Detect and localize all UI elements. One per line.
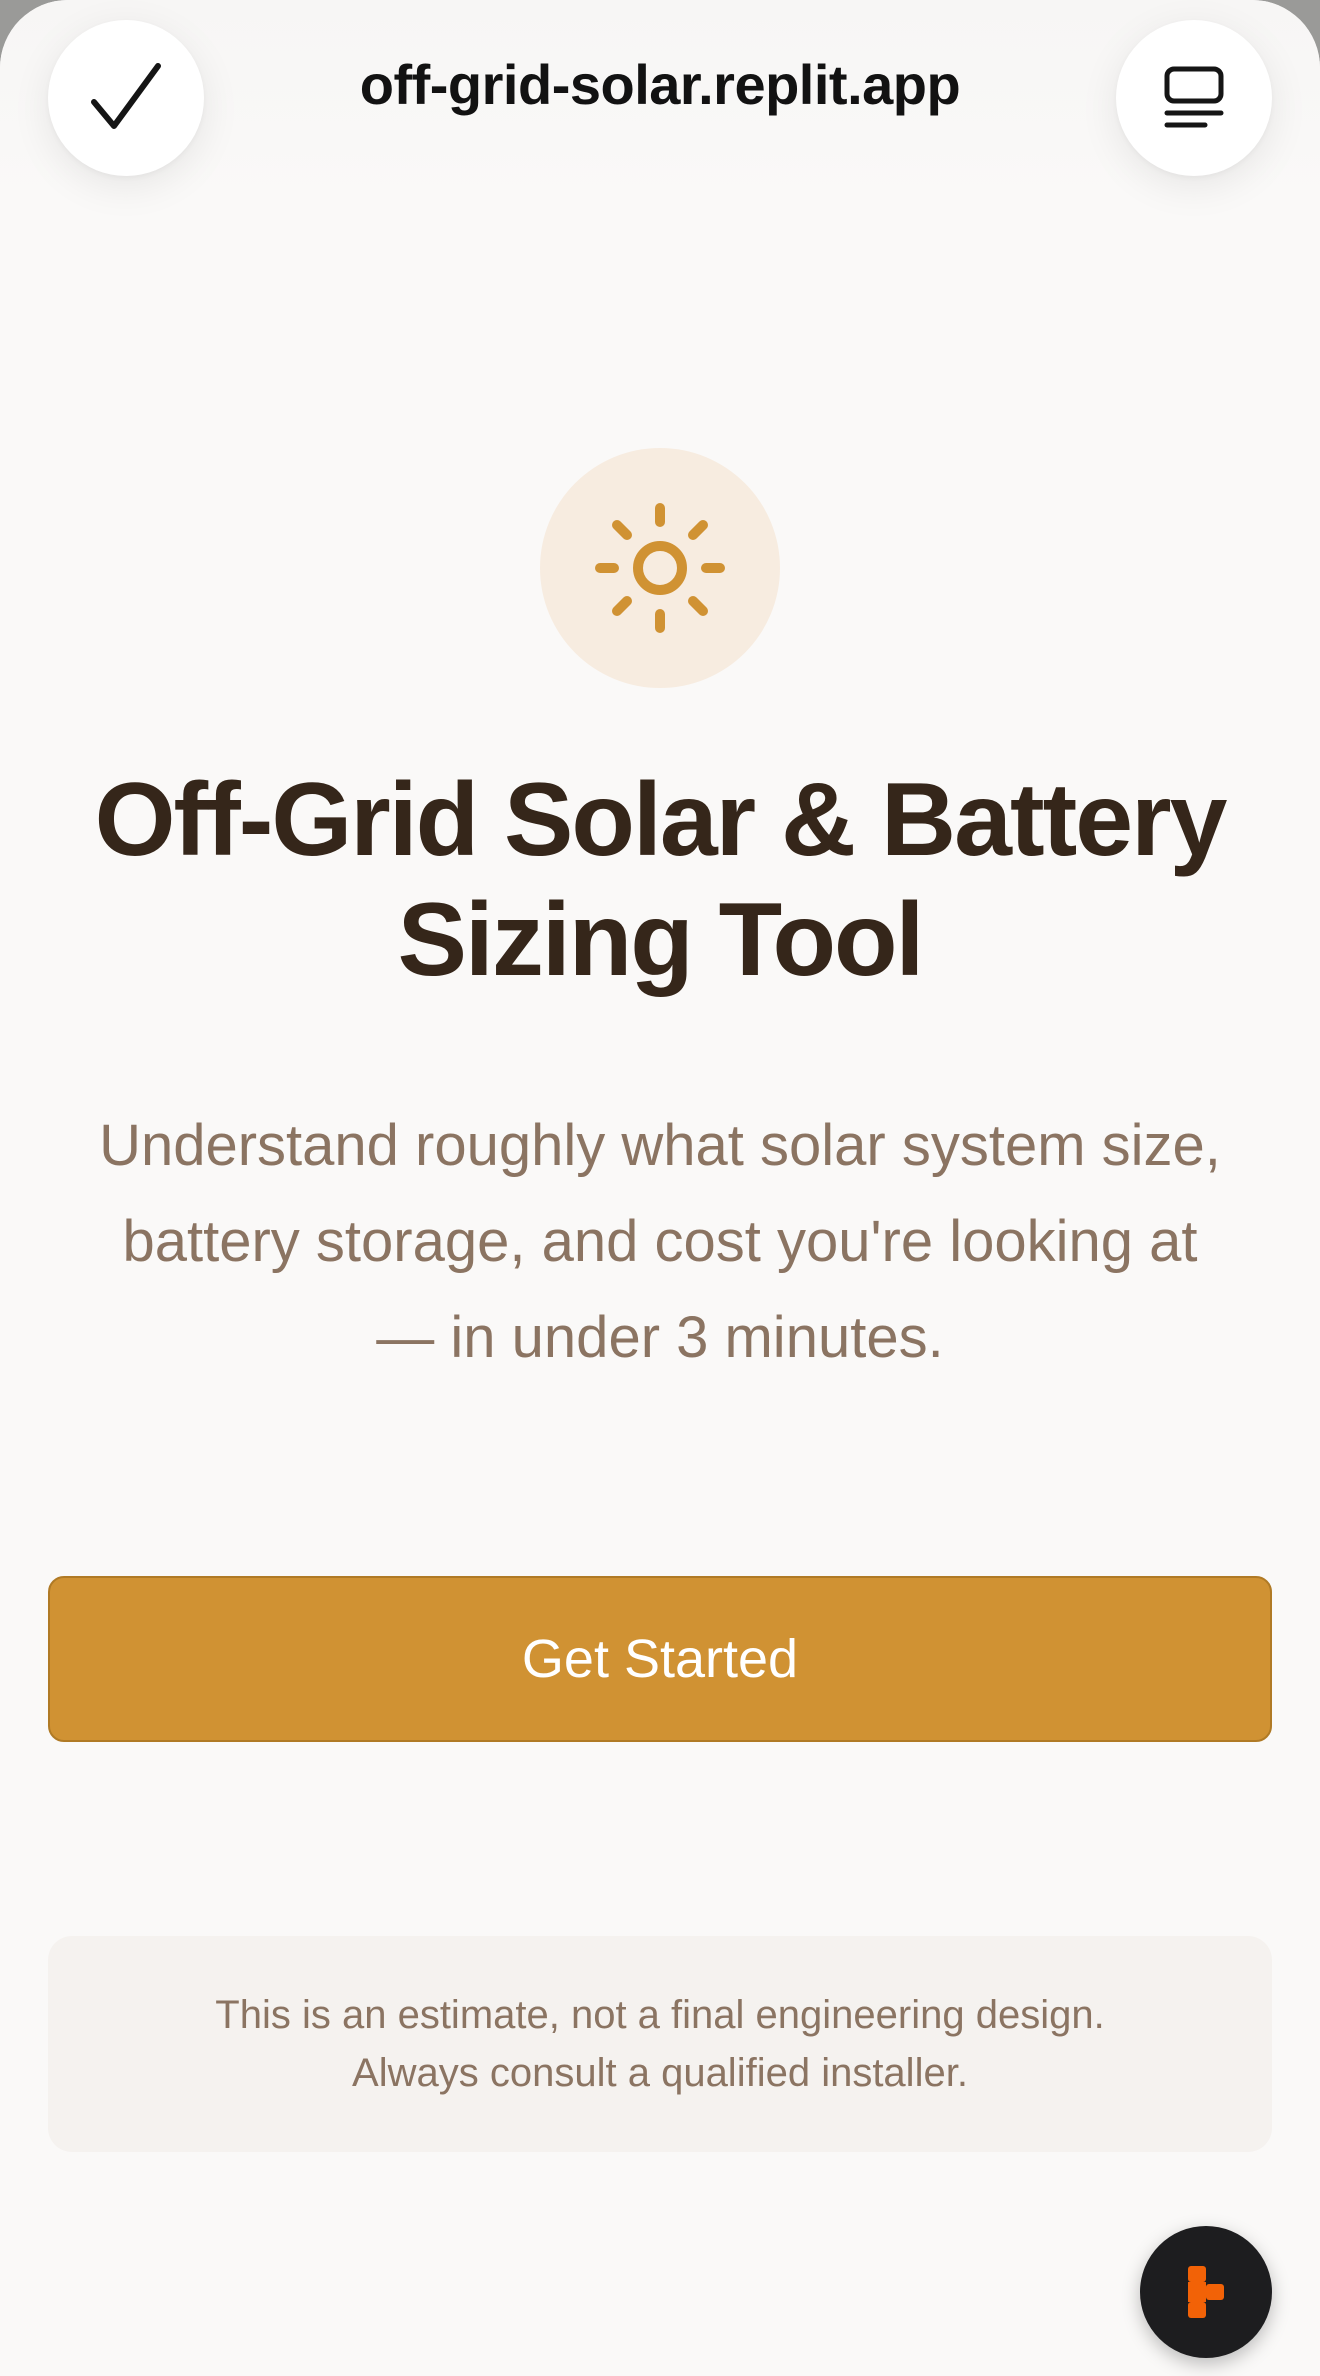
page-title-line-1: Off-Grid Solar & Battery	[94, 762, 1228, 878]
app-screen: off-grid-solar.replit.app Off-Grid Solar…	[0, 0, 1320, 2376]
sun-icon	[595, 503, 725, 633]
page-subtitle: Understand roughly what solar system siz…	[99, 1113, 1221, 1370]
tabs-button[interactable]	[1116, 20, 1272, 176]
browser-toolbar: off-grid-solar.replit.app	[0, 0, 1320, 200]
sun-icon-badge	[540, 448, 780, 688]
checkmark-icon	[91, 63, 161, 129]
url-display[interactable]: off-grid-solar.replit.app	[260, 52, 1060, 117]
page-title-line-2: Sizing Tool	[397, 882, 925, 998]
tabs-icon	[1164, 66, 1224, 128]
get-started-button[interactable]: Get Started	[48, 1576, 1272, 1742]
replit-badge-button[interactable]	[1140, 2226, 1272, 2358]
disclaimer-line-1: This is an estimate, not a final enginee…	[215, 1993, 1105, 2037]
page-title: Off-Grid Solar & Battery Sizing Tool	[40, 760, 1280, 1000]
disclaimer-line-2: Always consult a qualified installer.	[352, 2051, 968, 2095]
disclaimer-notice: This is an estimate, not a final enginee…	[48, 1936, 1272, 2152]
replit-logo-icon	[1188, 2266, 1224, 2318]
done-button[interactable]	[48, 20, 204, 176]
